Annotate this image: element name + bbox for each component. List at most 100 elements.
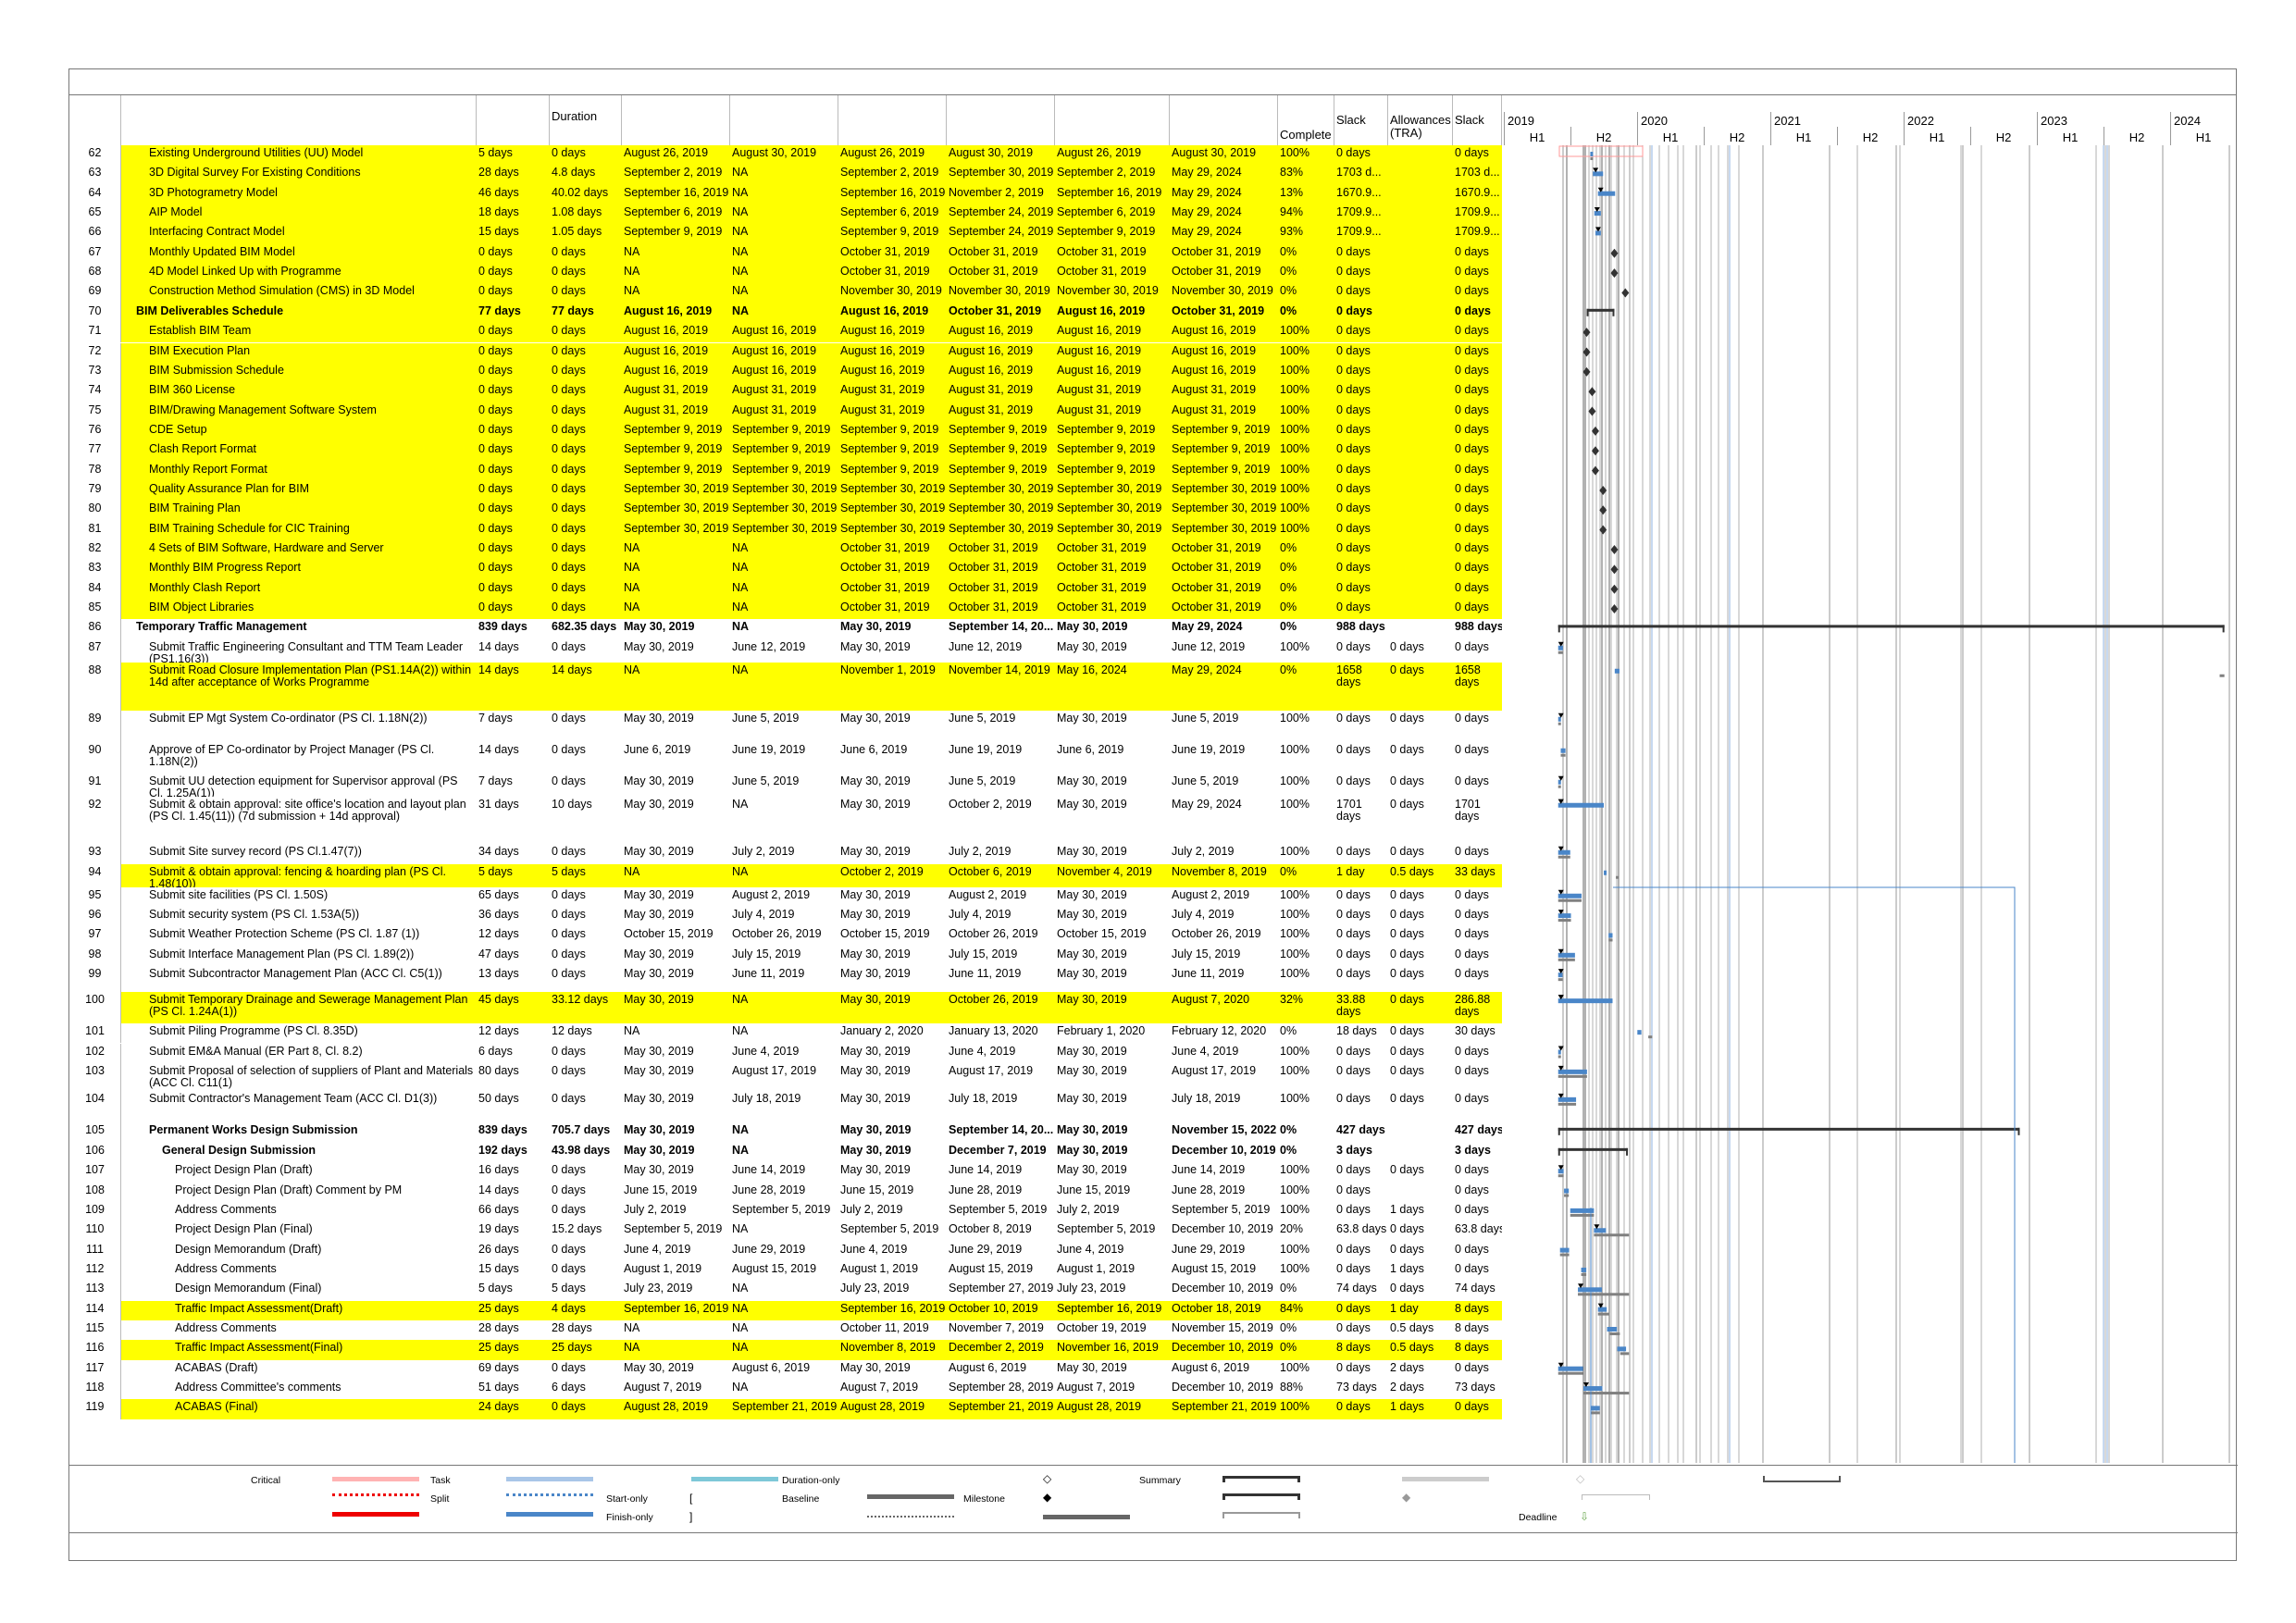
table-row[interactable]: 100 Submit Temporary Drainage and Sewerag… [69, 992, 1502, 1024]
table-row[interactable]: 67 Monthly Updated BIM Model 0 days 0 days N… [69, 243, 1502, 265]
table-row[interactable]: 71 Establish BIM Team 0 days 0 days August 1… [69, 323, 1502, 343]
table-row[interactable]: 91 Submit UU detection equipment for Supe… [69, 773, 1502, 797]
table-row[interactable]: 82 4 Sets of BIM Software, Hardware and S… [69, 540, 1502, 561]
table-row[interactable]: 87 Submit Traffic Engineering Consultant … [69, 638, 1502, 663]
cell-s1: July 23, 2019 [624, 1282, 693, 1295]
table-row[interactable]: 109 Address Comments 66 days 0 days July 2, … [69, 1201, 1502, 1222]
table-row[interactable]: 69 Construction Method Simulation (CMS) i… [69, 283, 1502, 304]
table-row[interactable]: 97 Submit Weather Protection Scheme (PS C… [69, 926, 1502, 947]
cell-name: Submit EP Mgt System Co-ordinator (PS Cl… [149, 711, 428, 725]
table-row[interactable]: 84 Monthly Clash Report 0 days 0 days NA NA Oc… [69, 579, 1502, 601]
table-row[interactable]: 79 Quality Assurance Plan for BIM 0 days 0 … [69, 480, 1502, 502]
baseline-bar [1608, 938, 1613, 942]
cell-name: Address Committee's comments [175, 1381, 341, 1394]
table-row[interactable]: 92 Submit & obtain approval: site office'… [69, 796, 1502, 844]
cell-s3: September 9, 2019 [1057, 442, 1156, 456]
table-row[interactable]: 103 Submit Proposal of selection of suppl… [69, 1062, 1502, 1091]
cell-f1: July 4, 2019 [732, 908, 795, 922]
cell-name: 3D Photogrametry Model [121, 184, 477, 205]
table-row[interactable]: 112 Address Comments 15 days 0 days August 1… [69, 1260, 1502, 1282]
summary-bar [1558, 625, 2225, 628]
cell-s3: October 31, 2019 [1057, 580, 1147, 594]
table-row[interactable]: 117 ACABAS (Draft) 69 days 0 days May 30, 20… [69, 1359, 1502, 1381]
header-col3 [477, 95, 550, 145]
table-row[interactable]: 119 ACABAS (Final) 24 days 0 days August 28,… [69, 1399, 1502, 1419]
table-row[interactable]: 111 Design Memorandum (Draft) 26 days 0 day… [69, 1241, 1502, 1261]
table-row[interactable]: 64 3D Photogrametry Model 46 days 40.02 day… [69, 184, 1502, 205]
table-row[interactable]: 66 Interfacing Contract Model 15 days 1.05 … [69, 224, 1502, 244]
table-row[interactable]: 74 BIM 360 License 0 days 0 days August 31, … [69, 382, 1502, 403]
table-row[interactable]: 108 Project Design Plan (Draft) Comment b… [69, 1182, 1502, 1202]
cell-name: Design Memorandum (Final) [175, 1282, 322, 1295]
table-row[interactable]: 113 Design Memorandum (Final) 5 days 5 days… [69, 1281, 1502, 1301]
half-divider [1570, 127, 1571, 145]
table-row[interactable]: 76 CDE Setup 0 days 0 days September 9, 2019… [69, 421, 1502, 442]
table-row[interactable]: 118 Address Committee's comments 51 days 6 … [69, 1380, 1502, 1400]
table-row[interactable]: 72 BIM Execution Plan 0 days 0 days August 1… [69, 342, 1502, 363]
cell-f3: September 5, 2019 [1172, 1202, 1271, 1216]
table-row[interactable]: 110 Project Design Plan (Final) 19 days 15.… [69, 1221, 1502, 1242]
cell-s2: May 30, 2019 [840, 947, 911, 960]
timeline-half: H2 [1995, 130, 2012, 144]
cell-allow: 0.5 days [1390, 1341, 1434, 1355]
table-row[interactable]: 116 Traffic Impact Assessment(Final) 25 da… [69, 1340, 1502, 1360]
table-row[interactable]: 85 BIM Object Libraries 0 days 0 days NA NA Oc… [69, 600, 1502, 620]
cell-s3: September 6, 2019 [1057, 205, 1156, 219]
table-row[interactable]: 73 BIM Submission Schedule 0 days 0 days Aug… [69, 362, 1502, 383]
cell-s2: May 30, 2019 [840, 967, 911, 981]
table-row[interactable]: 107 Project Design Plan (Draft) 16 days 0 d… [69, 1162, 1502, 1183]
table-row[interactable]: 78 Monthly Report Format 0 days 0 days Septe… [69, 461, 1502, 481]
table-row[interactable]: 88 Submit Road Closure Implementation Pla… [69, 662, 1502, 711]
table-row[interactable]: 101 Submit Piling Programme (PS Cl. 8.35D… [69, 1023, 1502, 1044]
cell-s3: May 30, 2019 [1057, 1163, 1127, 1177]
cell-name: Submit & obtain approval: fencing & hoar… [121, 863, 477, 887]
table-row[interactable]: 68 4D Model Linked Up with Programme 0 day… [69, 264, 1502, 284]
cell-id: 93 [69, 843, 121, 864]
cell-dur: 16 days [478, 1163, 519, 1177]
table-row[interactable]: 98 Submit Interface Management Plan (PS C… [69, 946, 1502, 967]
cell-id: 91 [69, 773, 121, 797]
cell-f1: NA [732, 1321, 749, 1334]
table-row[interactable]: 93 Submit Site survey record (PS Cl.1.47(… [69, 843, 1502, 864]
table-row[interactable]: 104 Submit Contractor's Management Team (… [69, 1090, 1502, 1122]
cell-slack2: 0 days [1455, 1242, 1489, 1256]
table-row[interactable]: 77 Clash Report Format 0 days 0 days Septemb… [69, 441, 1502, 462]
table-row[interactable]: 65 AIP Model 18 days 1.08 days September 6, … [69, 204, 1502, 225]
table-row[interactable]: 75 BIM/Drawing Management Software System… [69, 402, 1502, 422]
table-row[interactable]: 94 Submit & obtain approval: fencing & ho… [69, 863, 1502, 887]
task-bar [1558, 779, 1561, 785]
table-row[interactable]: 70 BIM Deliverables Schedule 77 days 77 day… [69, 303, 1502, 324]
legend-duration-only-swatch [691, 1477, 778, 1481]
table-row[interactable]: 63 3D Digital Survey For Existing Conditi… [69, 165, 1502, 185]
cell-allow: 1 day [1390, 1301, 1419, 1315]
table-row[interactable]: 105 Permanent Works Design Submission 839 … [69, 1121, 1502, 1143]
task-bar [1597, 1307, 1607, 1312]
cell-rem: 0 days [552, 481, 586, 495]
table-row[interactable]: 90 Approve of EP Co-ordinator by Project … [69, 741, 1502, 774]
table-row[interactable]: 86 Temporary Traffic Management 839 days 68… [69, 619, 1502, 639]
table-row[interactable]: 96 Submit security system (PS Cl. 1.53A(5… [69, 907, 1502, 927]
cell-rem: 0 days [552, 601, 586, 614]
cell-slack2: 0 days [1455, 403, 1489, 416]
cell-f1: June 12, 2019 [732, 639, 806, 653]
cell-rem: 0 days [552, 1044, 586, 1058]
table-row[interactable]: 80 BIM Training Plan 0 days 0 days September… [69, 501, 1502, 521]
cell-dur: 14 days [478, 1183, 519, 1196]
cell-name: BIM Object Libraries [121, 600, 477, 620]
table-row[interactable]: 62 Existing Underground Utilities (UU) Mo… [69, 145, 1502, 166]
cell-slack2: 63.8 days [1455, 1222, 1502, 1236]
table-row[interactable]: 114 Traffic Impact Assessment(Draft) 25 da… [69, 1300, 1502, 1320]
cell-s3: August 28, 2019 [1057, 1400, 1142, 1414]
table-row[interactable]: 99 Submit Subcontractor Management Plan (… [69, 966, 1502, 993]
table-row[interactable]: 89 Submit EP Mgt System Co-ordinator (PS … [69, 710, 1502, 742]
table-row[interactable]: 95 Submit site facilities (PS Cl. 1.50S) 6… [69, 886, 1502, 908]
cell-name: Monthly Updated BIM Model [121, 243, 477, 265]
table-row[interactable]: 115 Address Comments 28 days 28 days NA NA Oct… [69, 1320, 1502, 1341]
cell-allow: 0 days [1390, 1242, 1424, 1256]
table-row[interactable]: 81 BIM Training Schedule for CIC Training… [69, 520, 1502, 540]
gantt-printout-frame: Duration Complete Slack Allowances (TRA)… [68, 68, 2238, 1561]
table-row[interactable]: 102 Submit EM&A Manual (ER Part 8, Cl. 8.… [69, 1043, 1502, 1063]
table-row[interactable]: 106 General Design Submission 192 days 43.9… [69, 1142, 1502, 1163]
cell-dur: 14 days [478, 639, 519, 653]
table-row[interactable]: 83 Monthly BIM Progress Report 0 days 0 day… [69, 560, 1502, 580]
